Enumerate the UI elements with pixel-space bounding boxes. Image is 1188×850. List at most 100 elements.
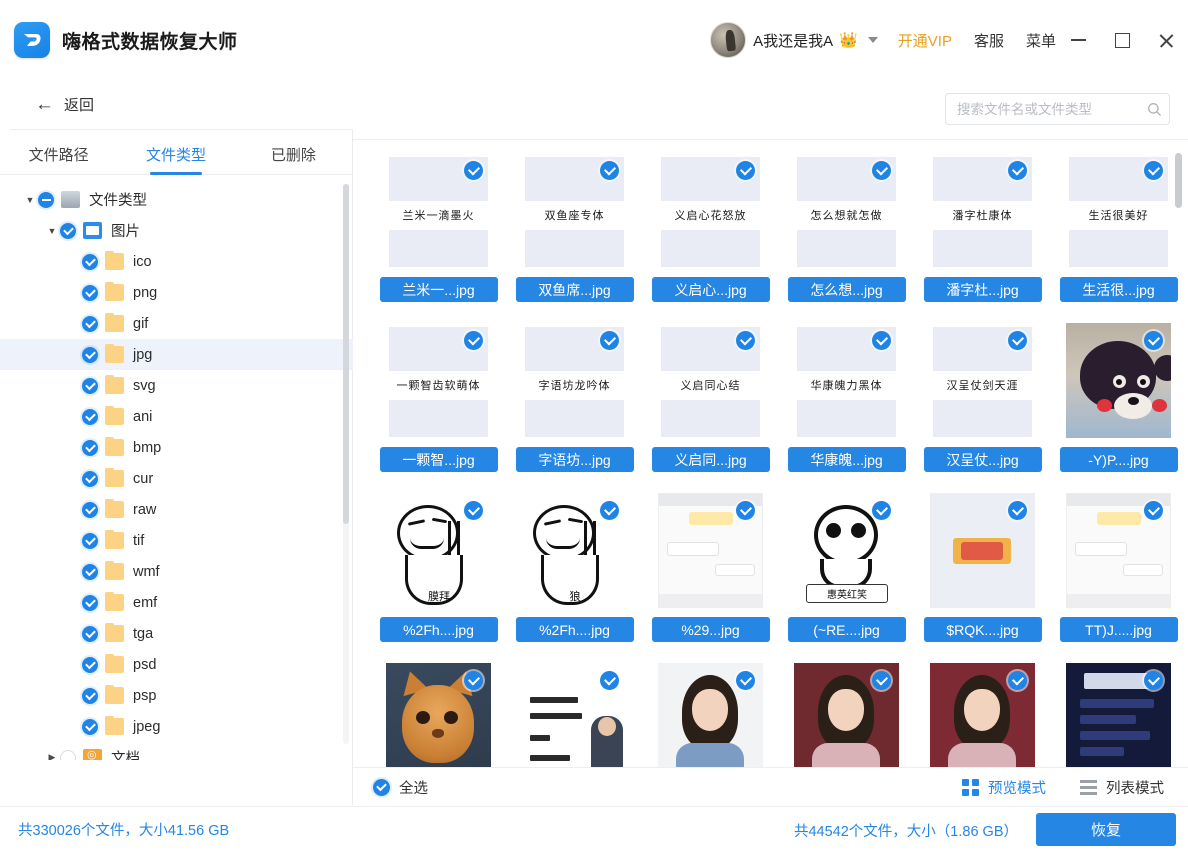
sidebar-scrollbar[interactable] [343, 184, 349, 744]
close-button[interactable] [1144, 20, 1188, 60]
file-thumbnail[interactable] [658, 493, 763, 608]
tree-item-tga[interactable]: tga [0, 618, 353, 649]
support-link[interactable]: 客服 [974, 30, 1004, 51]
preview-mode-button[interactable]: 预览模式 [962, 777, 1046, 798]
file-selected-checkmark-icon[interactable] [872, 161, 891, 180]
file-selected-checkmark-icon[interactable] [736, 161, 755, 180]
tree-item-cur[interactable]: cur [0, 463, 353, 494]
file-grid-item[interactable]: 双鱼座专体 双鱼席...jpg [509, 153, 640, 323]
file-selected-checkmark-icon[interactable] [1008, 161, 1027, 180]
file-grid-item[interactable]: TT)J.....jpg [1053, 493, 1184, 663]
tree-checkbox[interactable] [60, 222, 76, 239]
chevron-down-icon[interactable]: ▼ [22, 195, 38, 205]
tree-checkbox[interactable] [82, 687, 98, 704]
tree-checkbox[interactable] [82, 377, 98, 394]
file-grid-item[interactable] [1053, 663, 1184, 767]
tree-checkbox[interactable] [82, 470, 98, 487]
file-selected-checkmark-icon[interactable] [464, 331, 483, 350]
tree-item-ico[interactable]: ico [0, 246, 353, 277]
file-grid-item[interactable]: 潘字杜康体 潘字杜...jpg [917, 153, 1048, 323]
file-grid-item[interactable]: -Y)P....jpg [1053, 323, 1184, 493]
file-thumbnail[interactable]: 惠英红笑 [794, 493, 899, 608]
grid-scrollbar[interactable] [1175, 149, 1182, 759]
file-thumbnail[interactable]: 怎么想就怎做 [794, 153, 899, 268]
select-all-checkbox[interactable]: 全选 [373, 777, 428, 798]
file-thumbnail[interactable] [1066, 493, 1171, 608]
tree-checkbox[interactable] [82, 563, 98, 580]
tree-item-bmp[interactable]: bmp [0, 432, 353, 463]
tree-item-psp[interactable]: psp [0, 680, 353, 711]
tree-checkbox[interactable] [82, 501, 98, 518]
tree-item-jpg[interactable]: jpg [0, 339, 353, 370]
file-thumbnail[interactable] [1066, 323, 1171, 438]
file-grid-item[interactable]: 膜拜 %2Fh....jpg [373, 493, 504, 663]
file-thumbnail[interactable]: 兰米一滴墨火 [386, 153, 491, 268]
file-grid-item[interactable] [373, 663, 504, 767]
file-selected-checkmark-icon[interactable] [736, 331, 755, 350]
file-selected-checkmark-icon[interactable] [600, 161, 619, 180]
file-selected-checkmark-icon[interactable] [600, 331, 619, 350]
tree-checkbox[interactable] [82, 532, 98, 549]
file-grid-item[interactable]: 汉呈仗剑天涯 汉呈仗...jpg [917, 323, 1048, 493]
tree-item-ani[interactable]: ani [0, 401, 353, 432]
file-thumbnail[interactable] [794, 663, 899, 767]
file-selected-checkmark-icon[interactable] [1144, 671, 1163, 690]
tree-checkbox[interactable] [82, 408, 98, 425]
file-grid-item[interactable] [917, 663, 1048, 767]
file-selected-checkmark-icon[interactable] [464, 501, 483, 520]
file-thumbnail[interactable] [930, 663, 1035, 767]
tree-checkbox[interactable] [82, 253, 98, 270]
recover-button[interactable]: 恢复 [1036, 813, 1176, 846]
tree-item-emf[interactable]: emf [0, 587, 353, 618]
tree-checkbox[interactable] [82, 718, 98, 735]
tree-checkbox[interactable] [60, 749, 76, 760]
open-vip-link[interactable]: 开通VIP [898, 30, 952, 51]
file-selected-checkmark-icon[interactable] [736, 671, 755, 690]
file-selected-checkmark-icon[interactable] [1144, 331, 1163, 350]
file-thumbnail[interactable]: 义启同心结 [658, 323, 763, 438]
file-selected-checkmark-icon[interactable] [1008, 671, 1027, 690]
tree-checkbox[interactable] [38, 191, 54, 208]
file-grid-item[interactable]: %29...jpg [645, 493, 776, 663]
file-selected-checkmark-icon[interactable] [872, 331, 891, 350]
tree-checkbox[interactable] [82, 439, 98, 456]
tree-item-tif[interactable]: tif [0, 525, 353, 556]
chevron-down-icon[interactable] [867, 37, 878, 43]
file-grid-item[interactable]: 兰米一滴墨火 兰米一...jpg [373, 153, 504, 323]
file-grid-item[interactable]: $RQK....jpg [917, 493, 1048, 663]
file-grid-item[interactable]: 一颗智齿软萌体 一颗智...jpg [373, 323, 504, 493]
chevron-right-icon[interactable]: ▶ [44, 752, 60, 760]
minimize-button[interactable] [1056, 20, 1100, 60]
file-thumbnail[interactable]: 一颗智齿软萌体 [386, 323, 491, 438]
file-thumbnail[interactable] [522, 663, 627, 767]
file-selected-checkmark-icon[interactable] [1008, 331, 1027, 350]
search-input[interactable] [946, 101, 1139, 117]
file-selected-checkmark-icon[interactable] [872, 671, 891, 690]
file-grid-item[interactable] [645, 663, 776, 767]
file-thumbnail[interactable] [930, 493, 1035, 608]
file-grid-item[interactable] [781, 663, 912, 767]
sidebar-tab-0[interactable]: 文件路径 [0, 144, 117, 174]
search-box[interactable] [945, 93, 1170, 125]
file-selected-checkmark-icon[interactable] [600, 671, 619, 690]
tree-item-svg[interactable]: svg [0, 370, 353, 401]
tree-item-图片[interactable]: ▼ 图片 [0, 215, 353, 246]
file-grid-item[interactable]: 华康魄力黑体 华康魄...jpg [781, 323, 912, 493]
file-grid-item[interactable] [509, 663, 640, 767]
file-thumbnail[interactable]: 潘字杜康体 [930, 153, 1035, 268]
tree-checkbox[interactable] [82, 346, 98, 363]
file-thumbnail[interactable] [386, 663, 491, 767]
file-thumbnail[interactable]: 汉呈仗剑天涯 [930, 323, 1035, 438]
file-grid-item[interactable]: 义启同心结 义启同...jpg [645, 323, 776, 493]
maximize-button[interactable] [1100, 20, 1144, 60]
file-grid-item[interactable]: 狼 %2Fh....jpg [509, 493, 640, 663]
file-thumbnail[interactable]: 双鱼座专体 [522, 153, 627, 268]
file-selected-checkmark-icon[interactable] [1144, 161, 1163, 180]
file-grid-item[interactable]: 生活很美好 生活很...jpg [1053, 153, 1184, 323]
file-thumbnail[interactable]: 义启心花怒放 [658, 153, 763, 268]
file-selected-checkmark-icon[interactable] [736, 501, 755, 520]
file-selected-checkmark-icon[interactable] [1144, 501, 1163, 520]
file-thumbnail[interactable]: 华康魄力黑体 [794, 323, 899, 438]
tree-checkbox[interactable] [82, 594, 98, 611]
tree-item-raw[interactable]: raw [0, 494, 353, 525]
